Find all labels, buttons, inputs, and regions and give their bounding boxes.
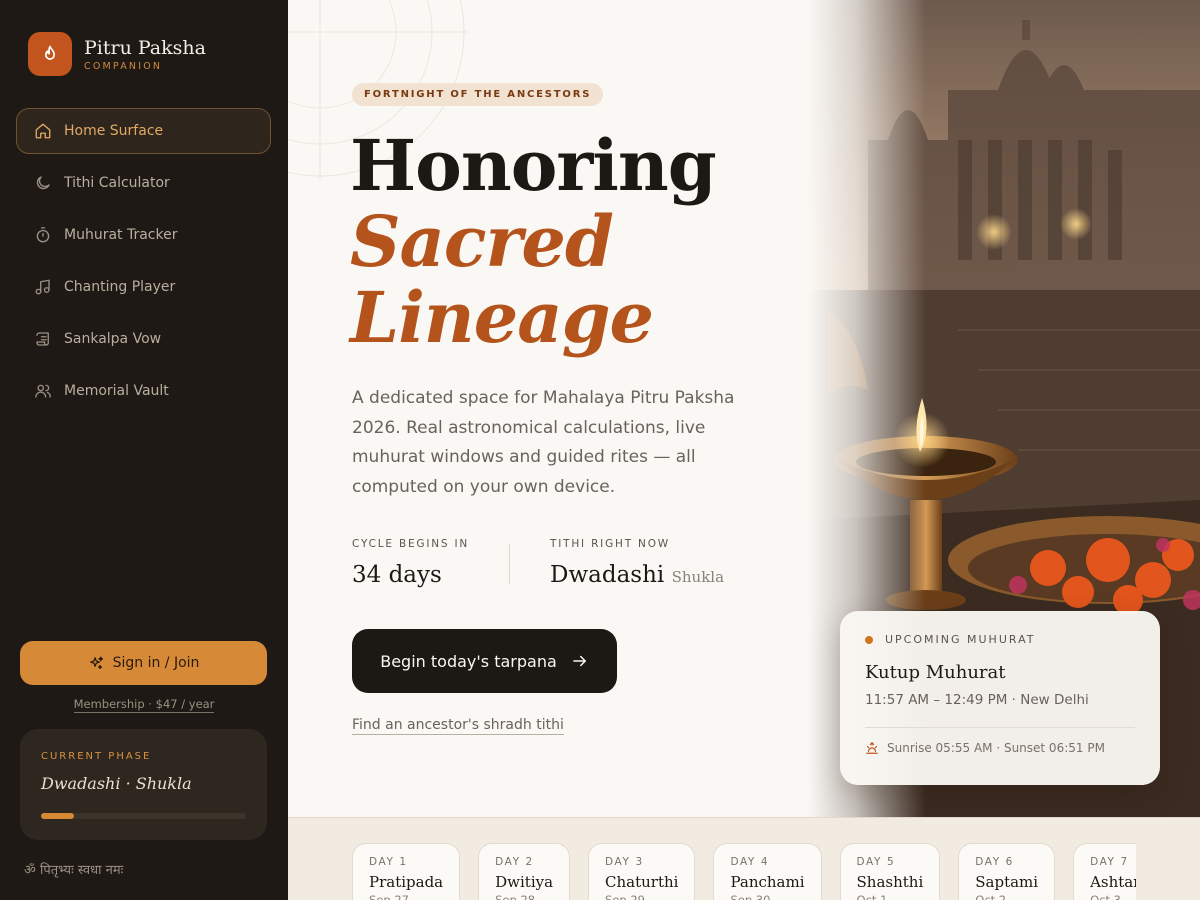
sunrise-sunset-text: Sunrise 05:55 AM · Sunset 06:51 PM [887, 741, 1105, 755]
day-date: Sep 30 [730, 893, 771, 900]
muhurat-label: UPCOMING MUHURAT [865, 633, 1135, 646]
day-date: Oct 2 [975, 893, 1007, 900]
day-number: DAY 1 [369, 856, 408, 868]
sidebar-nav: Home Surface Tithi Calculator Muhurat Tr… [16, 108, 271, 420]
cta-label: Begin today's tarpana [380, 651, 557, 671]
day-number: DAY 4 [730, 856, 770, 868]
day-number: DAY 7 [1090, 856, 1129, 868]
day-name: Ashtami [1090, 873, 1136, 891]
home-icon [33, 121, 53, 141]
day-date: Sep 29 [605, 893, 645, 900]
phase-progress-bar [41, 813, 246, 819]
day-number: DAY 6 [975, 856, 1014, 868]
hero-description: A dedicated space for Mahalaya Pitru Pak… [352, 388, 735, 497]
current-phase-card: CURRENT PHASE Dwadashi · Shukla [20, 729, 267, 840]
sidebar-item-label: Chanting Player [64, 279, 176, 295]
users-icon [33, 381, 53, 401]
day-date: Sep 28 [495, 893, 536, 900]
stat-label: TITHI RIGHT NOW [550, 538, 670, 550]
hero-section: FORTNIGHT OF THE ANCESTORS Honoring Sacr… [288, 0, 808, 817]
sidebar-item-label: Home Surface [64, 123, 164, 139]
stat-sub-text: Shukla [671, 568, 725, 586]
moon-icon [33, 173, 53, 193]
sidebar-item-memorial-vault[interactable]: Memorial Vault [16, 368, 271, 414]
day-card[interactable]: DAY 4 Panchami Sep 30 [713, 843, 822, 900]
sign-in-label: Sign in / Join [112, 655, 200, 671]
phase-progress-fill [41, 813, 74, 819]
muhurat-time: 11:57 AM – 12:49 PM · New Delhi [865, 692, 1089, 708]
sign-in-button[interactable]: Sign in / Join [20, 641, 267, 685]
day-number: DAY 5 [856, 856, 896, 868]
day-name: Saptami [975, 873, 1039, 891]
sidebar-item-tithi-calculator[interactable]: Tithi Calculator [16, 160, 271, 206]
sidebar-item-label: Sankalpa Vow [64, 331, 162, 347]
brand-name: Pitru Paksha [84, 36, 206, 59]
arrow-right-icon [571, 652, 589, 670]
phase-value: Dwadashi · Shukla [41, 774, 192, 793]
day-number: DAY 2 [495, 856, 534, 868]
stat-tithi: TITHI RIGHT NOW Dwadashi Shukla [550, 538, 724, 588]
brand[interactable]: Pitru Paksha COMPANION [28, 32, 206, 76]
day-date: Sep 27 [369, 893, 409, 900]
mantra-text: ॐ पितृभ्यः स्वधा नमः [24, 863, 124, 878]
flame-icon [28, 32, 72, 76]
sidebar-item-muhurat-tracker[interactable]: Muhurat Tracker [16, 212, 271, 258]
stat-value-text: Dwadashi [550, 562, 665, 588]
headline-line-1: Honoring [350, 124, 717, 207]
sparkles-icon [88, 655, 105, 672]
day-card[interactable]: DAY 6 Saptami Oct 2 [958, 843, 1056, 900]
divider [865, 727, 1135, 728]
day-name: Chaturthi [605, 873, 679, 891]
headline-line-2: Sacred [350, 200, 614, 283]
stat-value: Dwadashi Shukla [550, 562, 724, 588]
stat-label: CYCLE BEGINS IN [352, 538, 470, 550]
day-strip: DAY 1 Pratipada Sep 27 DAY 2 Dwitiya Sep 28 DA… [288, 817, 1200, 900]
sidebar-item-sankalpa-vow[interactable]: Sankalpa Vow [16, 316, 271, 362]
sunrise-icon [865, 741, 879, 755]
hero-stats: CYCLE BEGINS IN 34 days TITHI RIGHT NOW … [352, 538, 724, 588]
sidebar-item-label: Muhurat Tracker [64, 227, 178, 243]
sidebar-item-home-surface[interactable]: Home Surface [16, 108, 271, 154]
begin-tarpana-button[interactable]: Begin today's tarpana [352, 629, 617, 693]
membership-note: Membership · $47 / year [0, 693, 288, 713]
brand-subtitle: COMPANION [84, 60, 163, 72]
stat-value-text: 34 days [352, 562, 442, 588]
day-card[interactable]: DAY 5 Shashthi Oct 1 [839, 843, 941, 900]
stat-cycle: CYCLE BEGINS IN 34 days [352, 538, 469, 588]
day-card[interactable]: DAY 7 Ashtami Oct 3 [1073, 843, 1136, 900]
eyebrow-badge: FORTNIGHT OF THE ANCESTORS [352, 83, 604, 106]
sidebar: Pitru Paksha COMPANION Home Surface Tith… [0, 0, 288, 900]
day-number: DAY 3 [605, 856, 644, 868]
day-name: Shashthi [856, 873, 924, 891]
headline-line-3: Lineage [350, 276, 654, 359]
muhurat-label-text: UPCOMING MUHURAT [885, 633, 1036, 646]
phase-label: CURRENT PHASE [41, 751, 152, 762]
sidebar-item-label: Tithi Calculator [64, 175, 170, 191]
membership-link[interactable]: Membership · $47 / year [73, 697, 215, 713]
day-card[interactable]: DAY 2 Dwitiya Sep 28 [478, 843, 571, 900]
day-date: Oct 1 [856, 893, 888, 900]
find-shradh-tithi-link[interactable]: Find an ancestor's shradh tithi [352, 717, 564, 735]
sidebar-item-label: Memorial Vault [64, 383, 169, 399]
upcoming-muhurat-card[interactable]: UPCOMING MUHURAT Kutup Muhurat 11:57 AM … [840, 611, 1160, 785]
day-card[interactable]: DAY 1 Pratipada Sep 27 [352, 843, 461, 900]
day-name: Panchami [730, 873, 805, 891]
status-dot [865, 635, 873, 644]
hero-headline: Honoring Sacred Lineage [350, 124, 717, 359]
day-card[interactable]: DAY 3 Chaturthi Sep 29 [588, 843, 696, 900]
scroll-icon [33, 329, 53, 349]
day-name: Dwitiya [495, 873, 554, 891]
day-name: Pratipada [369, 873, 444, 891]
muhurat-name: Kutup Muhurat [865, 662, 1006, 683]
day-list: DAY 1 Pratipada Sep 27 DAY 2 Dwitiya Sep 28 DA… [352, 843, 1136, 900]
stat-divider [509, 544, 511, 584]
sidebar-item-chanting-player[interactable]: Chanting Player [16, 264, 271, 310]
stat-value: 34 days [352, 562, 469, 588]
sunrise-sunset: Sunrise 05:55 AM · Sunset 06:51 PM [865, 741, 1135, 755]
timer-icon [33, 225, 53, 245]
music-icon [33, 277, 53, 297]
day-date: Oct 3 [1090, 893, 1121, 900]
